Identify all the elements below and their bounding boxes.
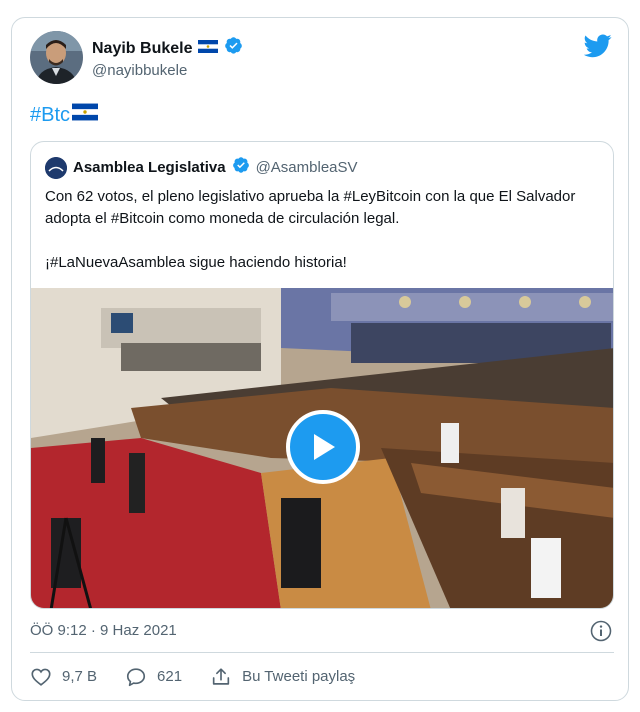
reply-button[interactable]: 621 bbox=[125, 666, 182, 688]
quoted-author-row: Asamblea Legislativa @AsambleaSV bbox=[45, 156, 358, 180]
play-button[interactable] bbox=[286, 410, 360, 484]
quoted-author-handle[interactable]: @AsambleaSV bbox=[256, 158, 358, 178]
author-name-row[interactable]: Nayib Bukele bbox=[92, 36, 243, 61]
quoted-text: Con 62 votos, el pleno legislativo aprue… bbox=[45, 186, 595, 274]
video-player[interactable] bbox=[31, 288, 613, 608]
verified-badge-icon bbox=[224, 36, 243, 61]
flag-el-salvador-icon bbox=[198, 39, 219, 59]
play-icon bbox=[314, 434, 335, 460]
share-icon bbox=[212, 668, 230, 685]
share-button[interactable]: Bu Tweeti paylaş bbox=[210, 666, 355, 688]
quoted-text-line: ¡#LaNuevaAsamblea sigue haciendo histori… bbox=[45, 254, 347, 271]
quoted-author-avatar[interactable] bbox=[45, 157, 67, 179]
flag-el-salvador-icon bbox=[72, 103, 99, 127]
share-label: Bu Tweeti paylaş bbox=[242, 668, 356, 685]
quoted-text-line: Con 62 votos, el pleno legislativo aprue… bbox=[45, 188, 576, 227]
verified-badge-icon bbox=[232, 156, 250, 180]
info-icon[interactable] bbox=[590, 620, 612, 642]
twitter-bird-icon[interactable] bbox=[583, 34, 612, 58]
action-bar: 9,7 B 621 Bu Tweeti paylaş bbox=[30, 666, 383, 688]
reply-count: 621 bbox=[157, 668, 183, 685]
heart-icon bbox=[31, 668, 51, 686]
like-button[interactable]: 9,7 B bbox=[30, 666, 97, 688]
tweet-text: #Btc bbox=[30, 103, 99, 127]
quoted-author-name[interactable]: Asamblea Legislativa bbox=[73, 158, 226, 178]
hashtag-link[interactable]: #Btc bbox=[30, 103, 70, 127]
author-name[interactable]: Nayib Bukele bbox=[92, 39, 192, 59]
author-avatar[interactable] bbox=[30, 31, 83, 84]
reply-icon bbox=[126, 668, 146, 687]
divider bbox=[30, 652, 614, 653]
tweet-timestamp[interactable]: ÖÖ 9:12 · 9 Haz 2021 bbox=[30, 621, 177, 641]
quoted-tweet[interactable]: Asamblea Legislativa @AsambleaSV Con 62 … bbox=[30, 141, 614, 609]
like-count: 9,7 B bbox=[62, 668, 98, 685]
author-handle[interactable]: @nayibbukele bbox=[92, 62, 187, 80]
